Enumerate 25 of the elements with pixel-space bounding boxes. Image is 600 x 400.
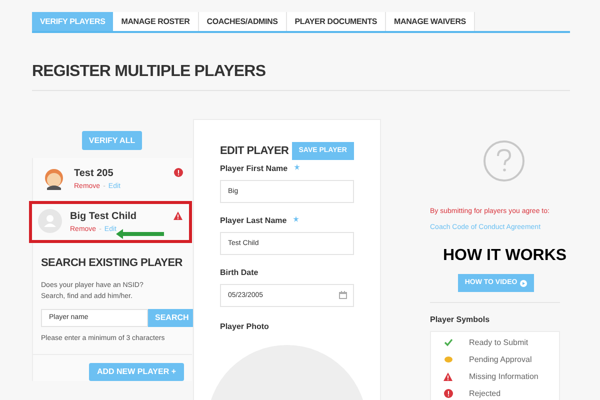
calendar-icon (339, 291, 347, 299)
tab[interactable]: MANAGE ROSTER (113, 12, 199, 31)
section-title: SEARCH EXISTING PLAYER (41, 256, 182, 271)
question-icon (483, 140, 525, 182)
pending-icon (444, 355, 452, 364)
tab[interactable]: COACHES/ADMINS (198, 12, 287, 31)
field-label: Player Last Name (220, 215, 287, 227)
player-name: Big Test Child (70, 210, 138, 224)
player-name: Test 205 (74, 167, 114, 181)
check-icon (444, 338, 452, 347)
field-label: Player Photo (220, 321, 270, 333)
page-title: REGISTER MULTIPLE PLAYERS (32, 62, 266, 82)
how-it-works-title: HOW IT WORKS (443, 246, 568, 266)
symbol-label: Pending Approval (469, 354, 532, 366)
symbol-label: Missing Information (469, 370, 538, 382)
tab[interactable]: PLAYER DOCUMENTS (286, 12, 386, 31)
field-label: Player First Name (220, 163, 288, 175)
tab[interactable]: MANAGE WAIVERS (386, 12, 475, 31)
panel-title: EDIT PLAYER (220, 144, 289, 159)
symbol-label: Ready to Submit (469, 336, 528, 348)
play-icon (520, 280, 528, 286)
field-label: Birth Date (220, 267, 258, 279)
warning-icon (443, 372, 453, 382)
symbols-title: Player Symbols (430, 314, 491, 326)
symbol-label: Rejected (469, 388, 501, 400)
